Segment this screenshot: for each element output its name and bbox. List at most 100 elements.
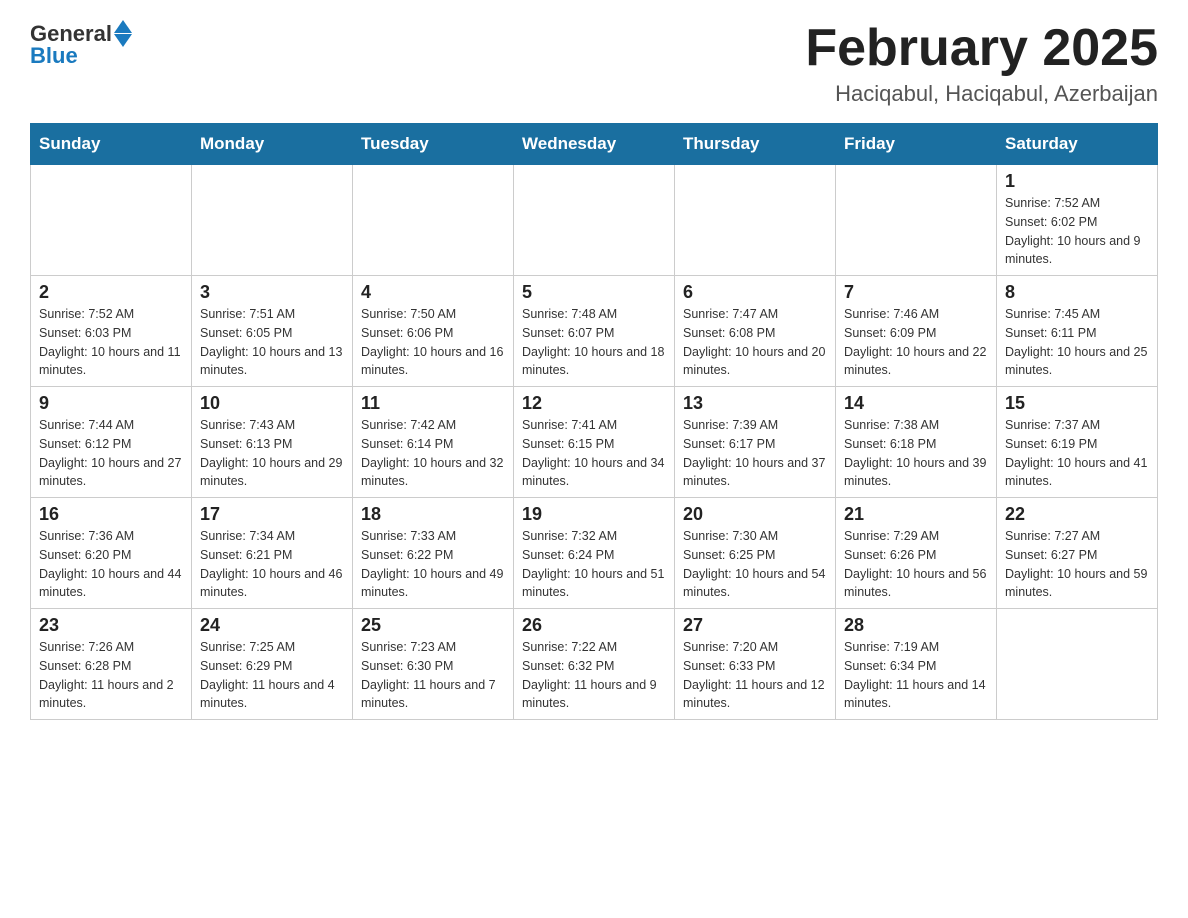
day-number: 12: [522, 393, 666, 414]
day-number: 3: [200, 282, 344, 303]
calendar-day-cell: 24Sunrise: 7:25 AM Sunset: 6:29 PM Dayli…: [192, 609, 353, 720]
day-info: Sunrise: 7:39 AM Sunset: 6:17 PM Dayligh…: [683, 416, 827, 491]
day-info: Sunrise: 7:19 AM Sunset: 6:34 PM Dayligh…: [844, 638, 988, 713]
day-of-week-header: Monday: [192, 124, 353, 165]
calendar-day-cell: 23Sunrise: 7:26 AM Sunset: 6:28 PM Dayli…: [31, 609, 192, 720]
day-number: 22: [1005, 504, 1149, 525]
day-number: 4: [361, 282, 505, 303]
day-number: 24: [200, 615, 344, 636]
day-number: 17: [200, 504, 344, 525]
day-info: Sunrise: 7:23 AM Sunset: 6:30 PM Dayligh…: [361, 638, 505, 713]
day-info: Sunrise: 7:20 AM Sunset: 6:33 PM Dayligh…: [683, 638, 827, 713]
calendar-day-cell: 10Sunrise: 7:43 AM Sunset: 6:13 PM Dayli…: [192, 387, 353, 498]
day-number: 10: [200, 393, 344, 414]
calendar-day-cell: 5Sunrise: 7:48 AM Sunset: 6:07 PM Daylig…: [514, 276, 675, 387]
day-info: Sunrise: 7:45 AM Sunset: 6:11 PM Dayligh…: [1005, 305, 1149, 380]
calendar-table: SundayMondayTuesdayWednesdayThursdayFrid…: [30, 123, 1158, 720]
calendar-day-cell: 16Sunrise: 7:36 AM Sunset: 6:20 PM Dayli…: [31, 498, 192, 609]
day-number: 1: [1005, 171, 1149, 192]
calendar-day-cell: 13Sunrise: 7:39 AM Sunset: 6:17 PM Dayli…: [675, 387, 836, 498]
day-number: 2: [39, 282, 183, 303]
day-info: Sunrise: 7:22 AM Sunset: 6:32 PM Dayligh…: [522, 638, 666, 713]
day-of-week-header: Friday: [836, 124, 997, 165]
day-info: Sunrise: 7:37 AM Sunset: 6:19 PM Dayligh…: [1005, 416, 1149, 491]
calendar-day-cell: 17Sunrise: 7:34 AM Sunset: 6:21 PM Dayli…: [192, 498, 353, 609]
location-title: Haciqabul, Haciqabul, Azerbaijan: [805, 81, 1158, 107]
calendar-week-row: 9Sunrise: 7:44 AM Sunset: 6:12 PM Daylig…: [31, 387, 1158, 498]
calendar-day-cell: 2Sunrise: 7:52 AM Sunset: 6:03 PM Daylig…: [31, 276, 192, 387]
calendar-day-cell: 11Sunrise: 7:42 AM Sunset: 6:14 PM Dayli…: [353, 387, 514, 498]
header: General Blue February 2025 Haciqabul, Ha…: [30, 20, 1158, 107]
day-number: 23: [39, 615, 183, 636]
day-number: 15: [1005, 393, 1149, 414]
calendar-day-cell: [514, 165, 675, 276]
calendar-day-cell: [836, 165, 997, 276]
day-of-week-header: Wednesday: [514, 124, 675, 165]
calendar-week-row: 16Sunrise: 7:36 AM Sunset: 6:20 PM Dayli…: [31, 498, 1158, 609]
calendar-day-cell: 25Sunrise: 7:23 AM Sunset: 6:30 PM Dayli…: [353, 609, 514, 720]
day-of-week-header: Saturday: [997, 124, 1158, 165]
day-info: Sunrise: 7:51 AM Sunset: 6:05 PM Dayligh…: [200, 305, 344, 380]
calendar-day-cell: [31, 165, 192, 276]
day-number: 18: [361, 504, 505, 525]
calendar-day-cell: [997, 609, 1158, 720]
day-info: Sunrise: 7:27 AM Sunset: 6:27 PM Dayligh…: [1005, 527, 1149, 602]
day-info: Sunrise: 7:50 AM Sunset: 6:06 PM Dayligh…: [361, 305, 505, 380]
day-info: Sunrise: 7:26 AM Sunset: 6:28 PM Dayligh…: [39, 638, 183, 713]
day-info: Sunrise: 7:38 AM Sunset: 6:18 PM Dayligh…: [844, 416, 988, 491]
day-info: Sunrise: 7:32 AM Sunset: 6:24 PM Dayligh…: [522, 527, 666, 602]
calendar-day-cell: 8Sunrise: 7:45 AM Sunset: 6:11 PM Daylig…: [997, 276, 1158, 387]
month-title: February 2025: [805, 20, 1158, 77]
calendar-day-cell: 22Sunrise: 7:27 AM Sunset: 6:27 PM Dayli…: [997, 498, 1158, 609]
day-info: Sunrise: 7:29 AM Sunset: 6:26 PM Dayligh…: [844, 527, 988, 602]
day-info: Sunrise: 7:41 AM Sunset: 6:15 PM Dayligh…: [522, 416, 666, 491]
calendar-header-row: SundayMondayTuesdayWednesdayThursdayFrid…: [31, 124, 1158, 165]
calendar-day-cell: 1Sunrise: 7:52 AM Sunset: 6:02 PM Daylig…: [997, 165, 1158, 276]
logo: General Blue: [30, 20, 132, 69]
calendar-day-cell: [675, 165, 836, 276]
day-info: Sunrise: 7:43 AM Sunset: 6:13 PM Dayligh…: [200, 416, 344, 491]
title-area: February 2025 Haciqabul, Haciqabul, Azer…: [805, 20, 1158, 107]
day-info: Sunrise: 7:33 AM Sunset: 6:22 PM Dayligh…: [361, 527, 505, 602]
day-number: 16: [39, 504, 183, 525]
calendar-week-row: 23Sunrise: 7:26 AM Sunset: 6:28 PM Dayli…: [31, 609, 1158, 720]
calendar-day-cell: 21Sunrise: 7:29 AM Sunset: 6:26 PM Dayli…: [836, 498, 997, 609]
day-info: Sunrise: 7:52 AM Sunset: 6:03 PM Dayligh…: [39, 305, 183, 380]
day-number: 26: [522, 615, 666, 636]
day-number: 7: [844, 282, 988, 303]
day-number: 27: [683, 615, 827, 636]
day-info: Sunrise: 7:36 AM Sunset: 6:20 PM Dayligh…: [39, 527, 183, 602]
day-number: 21: [844, 504, 988, 525]
calendar-day-cell: 20Sunrise: 7:30 AM Sunset: 6:25 PM Dayli…: [675, 498, 836, 609]
calendar-day-cell: 15Sunrise: 7:37 AM Sunset: 6:19 PM Dayli…: [997, 387, 1158, 498]
day-of-week-header: Thursday: [675, 124, 836, 165]
calendar-day-cell: 27Sunrise: 7:20 AM Sunset: 6:33 PM Dayli…: [675, 609, 836, 720]
calendar-day-cell: 9Sunrise: 7:44 AM Sunset: 6:12 PM Daylig…: [31, 387, 192, 498]
day-of-week-header: Sunday: [31, 124, 192, 165]
logo-blue-text: Blue: [30, 43, 78, 69]
day-info: Sunrise: 7:25 AM Sunset: 6:29 PM Dayligh…: [200, 638, 344, 713]
calendar-day-cell: [192, 165, 353, 276]
calendar-day-cell: 26Sunrise: 7:22 AM Sunset: 6:32 PM Dayli…: [514, 609, 675, 720]
calendar-day-cell: 6Sunrise: 7:47 AM Sunset: 6:08 PM Daylig…: [675, 276, 836, 387]
calendar-day-cell: 12Sunrise: 7:41 AM Sunset: 6:15 PM Dayli…: [514, 387, 675, 498]
calendar-day-cell: [353, 165, 514, 276]
calendar-day-cell: 3Sunrise: 7:51 AM Sunset: 6:05 PM Daylig…: [192, 276, 353, 387]
day-number: 9: [39, 393, 183, 414]
day-info: Sunrise: 7:30 AM Sunset: 6:25 PM Dayligh…: [683, 527, 827, 602]
day-info: Sunrise: 7:42 AM Sunset: 6:14 PM Dayligh…: [361, 416, 505, 491]
calendar-day-cell: 28Sunrise: 7:19 AM Sunset: 6:34 PM Dayli…: [836, 609, 997, 720]
day-info: Sunrise: 7:48 AM Sunset: 6:07 PM Dayligh…: [522, 305, 666, 380]
day-number: 8: [1005, 282, 1149, 303]
day-of-week-header: Tuesday: [353, 124, 514, 165]
day-number: 13: [683, 393, 827, 414]
day-number: 19: [522, 504, 666, 525]
calendar-day-cell: 4Sunrise: 7:50 AM Sunset: 6:06 PM Daylig…: [353, 276, 514, 387]
day-info: Sunrise: 7:46 AM Sunset: 6:09 PM Dayligh…: [844, 305, 988, 380]
day-number: 6: [683, 282, 827, 303]
day-number: 14: [844, 393, 988, 414]
calendar-day-cell: 14Sunrise: 7:38 AM Sunset: 6:18 PM Dayli…: [836, 387, 997, 498]
day-number: 11: [361, 393, 505, 414]
calendar-week-row: 2Sunrise: 7:52 AM Sunset: 6:03 PM Daylig…: [31, 276, 1158, 387]
day-info: Sunrise: 7:34 AM Sunset: 6:21 PM Dayligh…: [200, 527, 344, 602]
